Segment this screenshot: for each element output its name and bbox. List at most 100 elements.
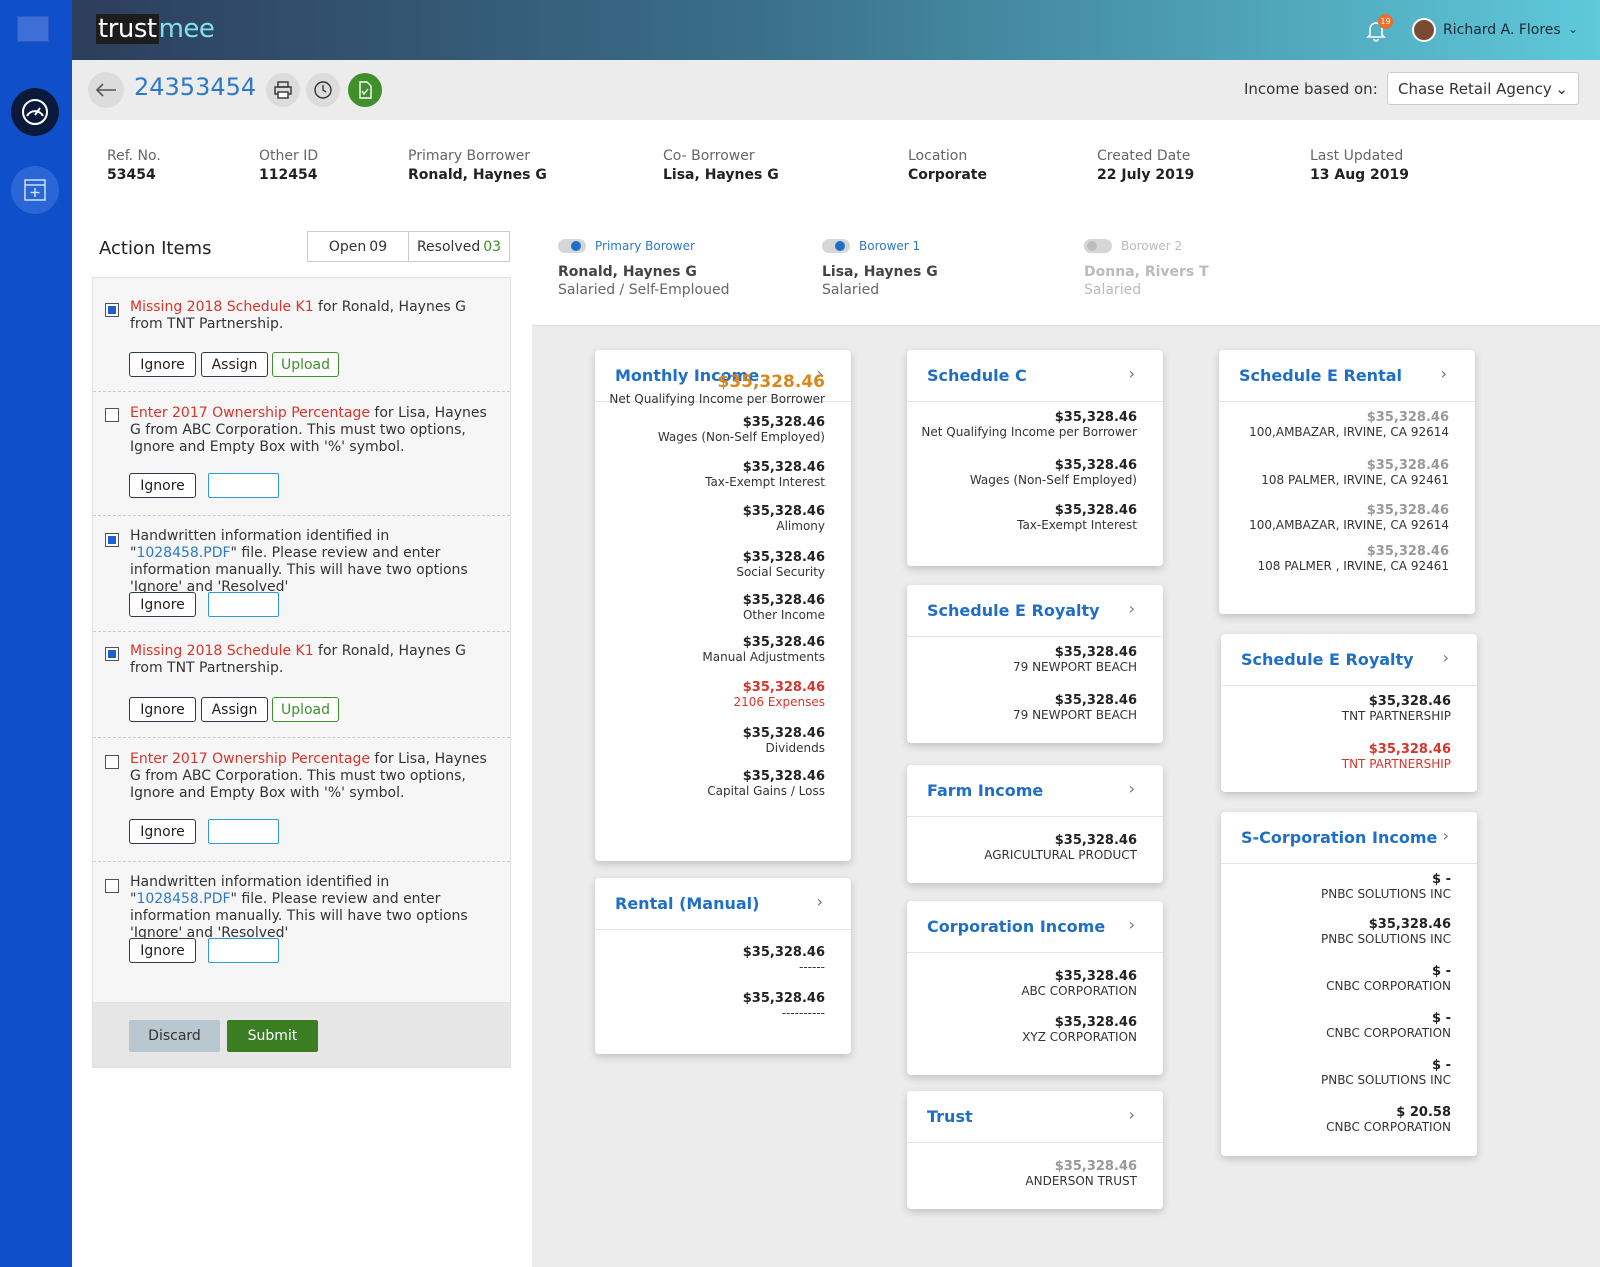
- info-label: Location: [908, 148, 968, 164]
- history-icon: [314, 81, 332, 99]
- card-header[interactable]: S-Corporation Income ›: [1221, 812, 1477, 864]
- info-value: 22 July 2019: [1097, 167, 1195, 183]
- chevron-right-icon[interactable]: ›: [1129, 1105, 1135, 1124]
- card-title: Farm Income: [927, 781, 1044, 800]
- tab-resolved[interactable]: Resolved 03: [409, 232, 509, 261]
- card-corporation-income[interactable]: Corporation Income › $35,328.46 ABC CORPORA…: [907, 901, 1163, 1075]
- chevron-right-icon[interactable]: ›: [1441, 364, 1447, 383]
- add-document-icon[interactable]: [11, 166, 59, 214]
- loan-id: 24353454: [134, 73, 257, 101]
- item-text: Missing 2018 Schedule K1 for Ronald, Hay…: [130, 299, 495, 333]
- upload-button[interactable]: Upload: [272, 697, 339, 722]
- card-monthly-income[interactable]: Monthly Income › $35,328.46 Net Qualifying …: [595, 350, 851, 861]
- brand-logo[interactable]: trustmee: [96, 14, 215, 44]
- assign-button[interactable]: Assign: [201, 352, 268, 377]
- info-value: Ronald, Haynes G: [408, 167, 547, 183]
- card-trust[interactable]: Trust › $35,328.46 ANDERSON TRUST: [907, 1091, 1163, 1209]
- card-schedule-e-royalty[interactable]: Schedule E Royalty › $35,328.46 79 NEWPORT …: [907, 585, 1163, 743]
- card-rental-manual[interactable]: Rental (Manual) › $35,328.46 ------ $35,328.…: [595, 878, 851, 1054]
- chevron-right-icon[interactable]: ›: [1129, 364, 1135, 383]
- card-header[interactable]: Trust ›: [907, 1091, 1163, 1143]
- card-schedule-c[interactable]: Schedule C › $35,328.46 Net Qualifying Inco…: [907, 350, 1163, 566]
- ignore-button[interactable]: Ignore: [129, 938, 196, 963]
- income-label: TNT PARTNERSHIP: [1341, 757, 1451, 771]
- user-name[interactable]: Richard A. Flores: [1443, 22, 1561, 38]
- card-header[interactable]: Schedule C ›: [907, 350, 1163, 402]
- item-checkbox[interactable]: [105, 879, 119, 893]
- file-link[interactable]: 1028458.PDF: [136, 545, 230, 561]
- file-link[interactable]: 1028458.PDF: [136, 891, 230, 907]
- percentage-input[interactable]: [208, 819, 279, 844]
- chevron-right-icon[interactable]: ›: [1129, 599, 1135, 618]
- export-document-button[interactable]: [348, 73, 382, 107]
- percentage-input[interactable]: [208, 473, 279, 498]
- chevron-right-icon[interactable]: ›: [1443, 648, 1449, 667]
- chevron-right-icon[interactable]: ›: [1443, 826, 1449, 845]
- tab-open-count: 09: [369, 238, 388, 255]
- info-input[interactable]: [208, 938, 279, 963]
- info-label: Created Date: [1097, 148, 1191, 164]
- item-highlight: Enter 2017 Ownership Percentage: [130, 405, 370, 421]
- sidebar: [0, 0, 72, 1267]
- item-checkbox[interactable]: [105, 408, 119, 422]
- chevron-down-icon[interactable]: ⌄: [1568, 22, 1578, 36]
- income-row: $35,328.46 ----------: [743, 991, 825, 1020]
- borrower-toggle[interactable]: [822, 239, 850, 253]
- borrower-toggle[interactable]: [1084, 239, 1112, 253]
- card-schedule-e-royalty-right[interactable]: Schedule E Royalty › $35,328.46 TNT PARTNER…: [1221, 634, 1477, 792]
- print-button[interactable]: [266, 73, 300, 107]
- tab-resolved-label: Resolved: [416, 238, 481, 255]
- income-row: $35,328.46 100,AMBAZAR, IRVINE, CA 92614: [1249, 410, 1449, 439]
- borrower-toggle[interactable]: [558, 239, 586, 253]
- info-input[interactable]: [208, 592, 279, 617]
- avatar[interactable]: [1412, 18, 1436, 42]
- ignore-button[interactable]: Ignore: [129, 592, 196, 617]
- dashboard-gauge-icon[interactable]: [11, 88, 59, 136]
- card-header[interactable]: Schedule E Rental ›: [1219, 350, 1475, 402]
- ignore-button[interactable]: Ignore: [129, 352, 196, 377]
- income-row: $35,328.46 AGRICULTURAL PRODUCT: [984, 833, 1137, 862]
- income-amount: $35,328.46: [1368, 694, 1451, 709]
- item-checkbox[interactable]: [105, 533, 119, 547]
- income-row: $35,328.46 108 PALMER , IRVINE, CA 92461: [1257, 544, 1449, 573]
- income-based-value: Chase Retail Agency: [1398, 80, 1552, 98]
- income-amount: $35,328.46: [1368, 917, 1451, 932]
- card-header[interactable]: Schedule E Royalty ›: [907, 585, 1163, 637]
- income-label: Wages (Non-Self Employed): [969, 473, 1137, 487]
- card-header[interactable]: Corporation Income ›: [907, 901, 1163, 953]
- assign-button[interactable]: Assign: [201, 697, 268, 722]
- tab-open[interactable]: Open 09: [308, 232, 409, 261]
- card-s-corporation-income[interactable]: S-Corporation Income › $ - PNBC SOLUTIONS I…: [1221, 812, 1477, 1156]
- history-button[interactable]: [306, 73, 340, 107]
- info-value: 13 Aug 2019: [1310, 167, 1410, 183]
- income-label: 100,AMBAZAR, IRVINE, CA 92614: [1249, 425, 1449, 439]
- submit-button[interactable]: Submit: [227, 1020, 318, 1052]
- loan-toolbar: 24353454 Income based on: Chase Retail A…: [72, 60, 1600, 120]
- list-item: Enter 2017 Ownership Percentage for Lisa…: [93, 392, 510, 516]
- item-checkbox[interactable]: [105, 755, 119, 769]
- discard-button[interactable]: Discard: [129, 1020, 220, 1052]
- item-checkbox[interactable]: [105, 647, 119, 661]
- chevron-right-icon[interactable]: ›: [1129, 779, 1135, 798]
- back-button[interactable]: [88, 72, 124, 108]
- income-label: PNBC SOLUTIONS INC: [1321, 1073, 1451, 1087]
- income-based-label: Income based on:: [1244, 80, 1378, 98]
- income-amount: $35,328.46: [1054, 693, 1137, 708]
- chevron-right-icon[interactable]: ›: [817, 892, 823, 911]
- card-header[interactable]: Farm Income ›: [907, 765, 1163, 817]
- ignore-button[interactable]: Ignore: [129, 819, 196, 844]
- income-amount: $35,328.46: [1054, 969, 1137, 984]
- ignore-button[interactable]: Ignore: [129, 473, 196, 498]
- chevron-right-icon[interactable]: ›: [1129, 915, 1135, 934]
- ignore-button[interactable]: Ignore: [129, 697, 196, 722]
- item-checkbox[interactable]: [105, 303, 119, 317]
- tab-open-label: Open: [328, 238, 367, 255]
- card-header[interactable]: Rental (Manual) ›: [595, 878, 851, 930]
- card-schedule-e-rental[interactable]: Schedule E Rental › $35,328.46 100,AMBAZAR,…: [1219, 350, 1475, 614]
- borrower-name: Donna, Rivers T: [1084, 264, 1209, 280]
- income-based-select[interactable]: Chase Retail Agency ⌄: [1387, 72, 1579, 105]
- upload-button[interactable]: Upload: [272, 352, 339, 377]
- card-farm-income[interactable]: Farm Income › $35,328.46 AGRICULTURAL PRODU…: [907, 765, 1163, 883]
- card-header[interactable]: Schedule E Royalty ›: [1221, 634, 1477, 686]
- app-logo-icon[interactable]: [17, 16, 49, 42]
